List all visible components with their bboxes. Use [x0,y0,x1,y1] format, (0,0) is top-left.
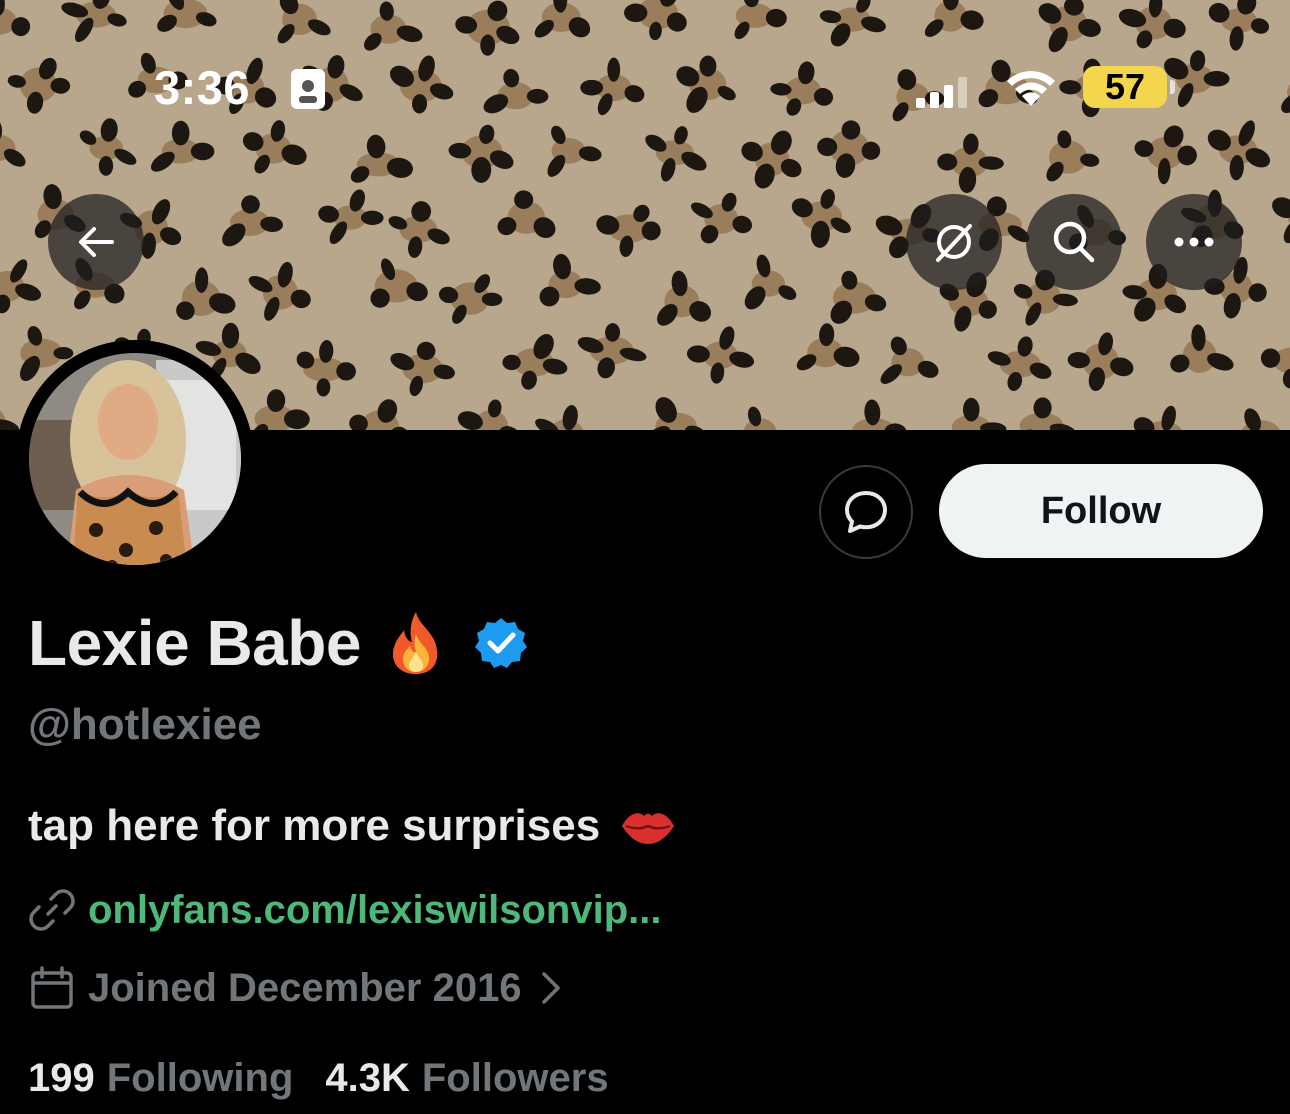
message-button[interactable] [819,465,913,559]
profile-screen: 3:36 57 Follow Lexie Babe @hotlexiee tap… [0,0,1290,1114]
website-link-row[interactable]: onlyfans.com/lexiswilsonvip... [28,882,662,938]
lips-icon [622,813,675,844]
search-button[interactable] [1026,194,1122,290]
bio-row: tap here for more surprises [28,796,676,856]
following-label: Following [106,1055,294,1100]
website-link[interactable]: onlyfans.com/lexiswilsonvip... [88,888,662,933]
calendar-icon [31,966,73,1009]
username-handle: @hotlexiee [28,700,262,749]
grok-button[interactable] [906,194,1002,290]
more-button[interactable] [1146,194,1242,290]
avatar-photo [16,340,254,578]
followers-count: 4.3K [325,1055,410,1100]
fire-icon [392,612,438,674]
follow-button[interactable]: Follow [939,464,1263,558]
chevron-right-icon [541,972,560,1004]
joined-row[interactable]: Joined December 2016 [28,960,562,1016]
following-link[interactable]: 199 Following [28,1056,293,1101]
battery-cap [1170,80,1175,94]
wifi-icon [1007,71,1055,106]
grok-icon [936,224,972,262]
id-card-icon [291,69,325,109]
profile-bio: tap here for more surprises [28,801,601,850]
follow-stats: 199 Following 4.3K Followers [28,1050,609,1106]
joined-date: Joined December 2016 [88,965,522,1010]
arrow-left-icon [79,227,114,257]
message-bubble-icon [845,491,887,533]
link-icon [29,889,75,931]
followers-label: Followers [421,1055,609,1100]
following-count: 199 [28,1055,95,1100]
battery-indicator: 57 [1083,66,1167,108]
back-button[interactable] [48,194,144,290]
display-name: Lexie Babe [28,607,361,679]
display-name-row: Lexie Babe [28,603,529,683]
followers-link[interactable]: 4.3K Followers [325,1056,608,1101]
cellular-signal-icon [916,77,967,108]
status-time: 3:36 [154,61,251,114]
search-icon [1053,221,1095,263]
verified-badge-icon [474,618,527,668]
avatar[interactable] [16,340,254,578]
more-icon [1174,237,1214,247]
